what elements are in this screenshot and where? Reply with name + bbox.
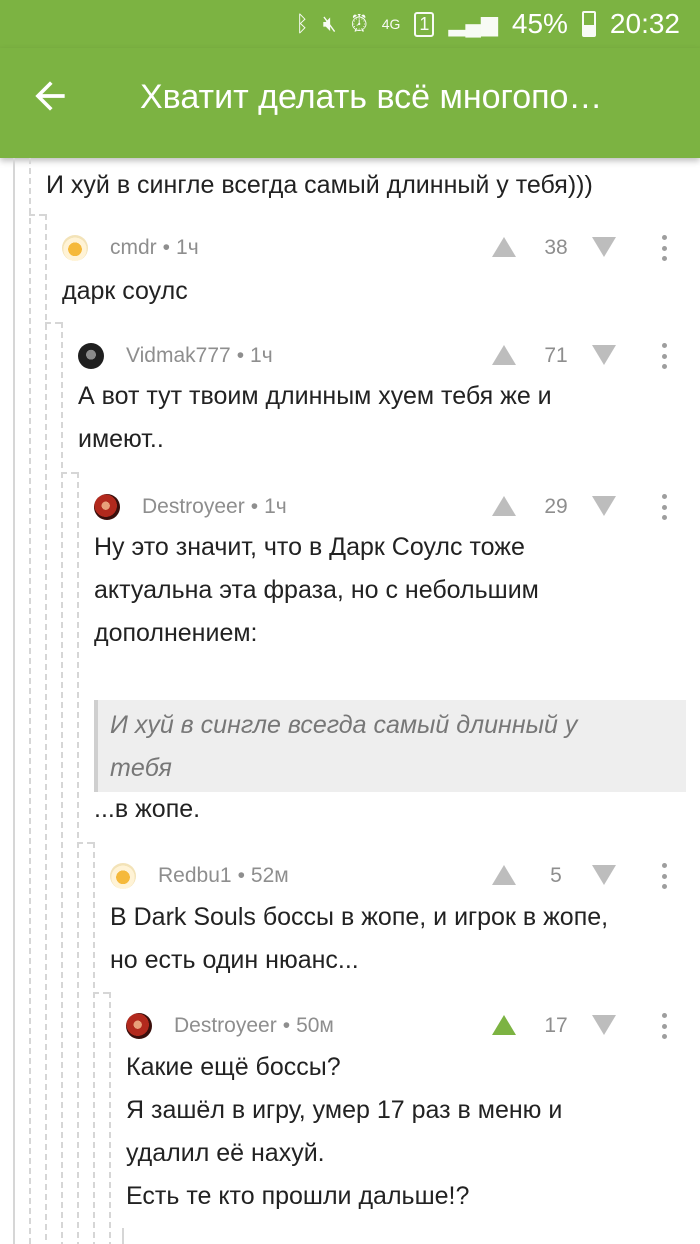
meta-separator: •: [236, 344, 245, 367]
timestamp: 1ч: [250, 344, 273, 367]
upvote-icon[interactable]: [492, 237, 516, 257]
thread-line: [122, 1228, 124, 1244]
score: 71: [544, 344, 568, 367]
signal-icon: ▂▄▆: [448, 11, 498, 36]
downvote-icon[interactable]: [592, 1015, 616, 1035]
comment-meta: Destroyeer • 50м: [126, 1011, 334, 1041]
comment-text: дополнением:: [94, 619, 258, 647]
thread-branch: [93, 992, 109, 994]
downvote-icon[interactable]: [592, 345, 616, 365]
sim-1-icon: 1: [414, 11, 435, 37]
comment-text: ...в жопе.: [94, 795, 201, 823]
comment-text: Я зашёл в игру, умер 17 раз в меню и: [126, 1096, 563, 1124]
quote-block: И хуй в сингле всегда самый длинный у те…: [94, 700, 686, 792]
score: 5: [550, 864, 562, 887]
username[interactable]: Destroyeer: [142, 495, 245, 519]
username[interactable]: Redbu1: [158, 864, 232, 888]
score: 17: [544, 1014, 568, 1037]
thread-line: [13, 158, 15, 1244]
thread-branch: [77, 842, 93, 844]
battery-icon: [581, 11, 596, 37]
timestamp: 1ч: [176, 236, 199, 259]
username[interactable]: Destroyeer: [174, 1014, 277, 1038]
more-options-icon[interactable]: [662, 1013, 668, 1039]
beer-avatar[interactable]: [62, 235, 88, 261]
comment-text: А вот тут твоим длинным хуем тебя же и: [78, 382, 552, 410]
mute-icon: 🔇︎: [322, 11, 337, 36]
comment-text: Есть те кто прошли дальше!?: [126, 1182, 470, 1210]
meta-separator: •: [282, 1014, 291, 1037]
thread-line: [29, 158, 31, 1244]
more-options-icon[interactable]: [662, 235, 668, 261]
comment-text: Ну это значит, что в Дарк Соулс тоже: [94, 533, 525, 561]
upvote-icon[interactable]: [492, 496, 516, 516]
back-arrow-icon[interactable]: [28, 74, 72, 118]
downvote-icon[interactable]: [592, 865, 616, 885]
comment-text: Какие ещё боссы?: [126, 1053, 341, 1081]
comment-text: В Dark Souls боссы в жопе, и игрок в жоп…: [110, 903, 609, 931]
timestamp: 1ч: [264, 495, 287, 518]
comment-meta: Vidmak777 • 1ч: [78, 341, 273, 371]
comment-text: имеют..: [78, 425, 164, 453]
bluetooth-icon: ᛒ: [295, 11, 309, 36]
meta-separator: •: [162, 236, 171, 259]
beer-avatar[interactable]: [110, 863, 136, 889]
comment-meta: cmdr • 1ч: [62, 233, 199, 263]
comment-text: удалил её нахуй.: [126, 1139, 325, 1167]
username[interactable]: Vidmak777: [126, 344, 231, 368]
parent-comment-text: И хуй в сингле всегда самый длинный у те…: [46, 171, 593, 199]
dark-avatar[interactable]: [78, 343, 104, 369]
comment-meta: Redbu1 • 52м: [110, 861, 289, 891]
more-options-icon[interactable]: [662, 863, 668, 889]
comment-text: дарк соулс: [62, 277, 188, 305]
comment-text: но есть один нюанс...: [110, 946, 359, 974]
upvote-icon[interactable]: [492, 865, 516, 885]
comment-meta: Destroyeer • 1ч: [94, 492, 287, 522]
meta-separator: •: [250, 495, 259, 518]
score: 38: [544, 236, 568, 259]
thread-line: [93, 842, 95, 1244]
alarm-icon: ⏰︎: [350, 11, 368, 36]
status-bar: ᛒ 🔇︎ ⏰︎ 4G 1 ▂▄▆ 45% 20:32: [0, 0, 700, 48]
red-avatar[interactable]: [94, 494, 120, 520]
4g-icon: 4G: [381, 16, 401, 32]
page-title: Хватит делать всё многопо…: [140, 78, 603, 116]
meta-separator: •: [237, 864, 245, 887]
thread-branch: [61, 472, 77, 474]
upvote-icon[interactable]: [492, 1015, 516, 1035]
quote-line: И хуй в сингле всегда самый длинный у: [110, 711, 578, 739]
upvote-icon[interactable]: [492, 345, 516, 365]
timestamp: 50м: [296, 1014, 334, 1037]
red-avatar[interactable]: [126, 1013, 152, 1039]
more-options-icon[interactable]: [662, 343, 668, 369]
score: 29: [544, 495, 568, 518]
comment-text: актуальна эта фраза, но с небольшим: [94, 576, 539, 604]
username[interactable]: cmdr: [110, 236, 157, 260]
thread-line: [77, 472, 79, 1244]
app-bar: Хватит делать всё многопо…: [0, 48, 700, 158]
thread-line: [61, 322, 63, 1244]
timestamp: 52м: [250, 864, 289, 887]
battery-percent: 45%: [511, 8, 568, 39]
clock: 20:32: [609, 8, 680, 39]
quote-line: тебя: [110, 754, 172, 782]
thread-line: [45, 214, 47, 1244]
more-options-icon[interactable]: [662, 494, 668, 520]
thread-branch: [45, 322, 61, 324]
downvote-icon[interactable]: [592, 237, 616, 257]
thread-branch: [29, 214, 45, 216]
downvote-icon[interactable]: [592, 496, 616, 516]
thread-line: [109, 992, 111, 1244]
